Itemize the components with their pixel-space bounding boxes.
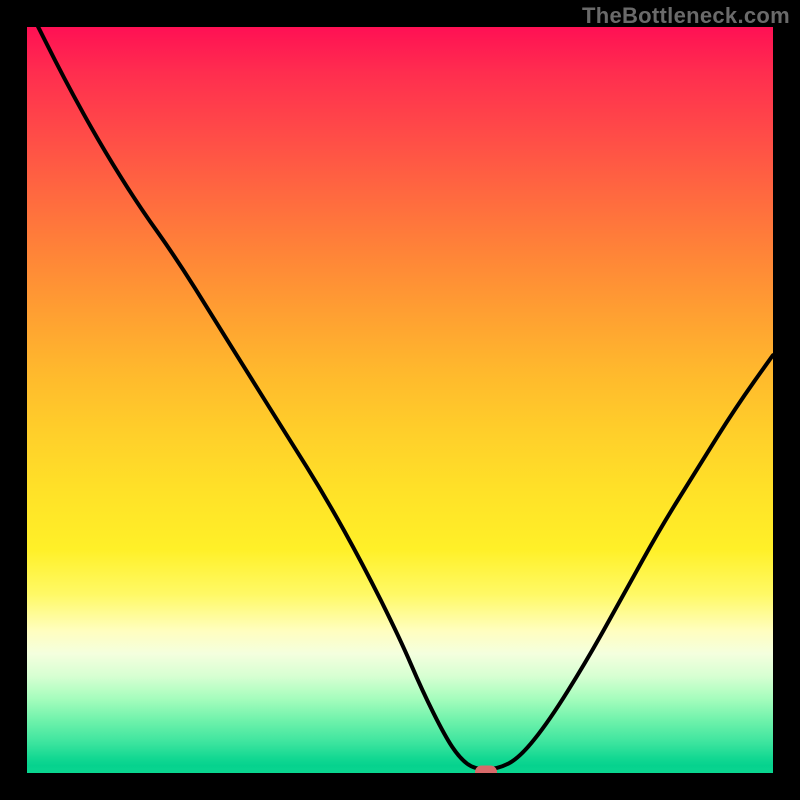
curve-layer xyxy=(27,27,773,773)
trough-marker xyxy=(475,765,497,773)
curve-path xyxy=(27,27,773,769)
figure-container: TheBottleneck.com xyxy=(0,0,800,800)
plot-area xyxy=(27,27,773,773)
watermark-text: TheBottleneck.com xyxy=(582,3,790,29)
